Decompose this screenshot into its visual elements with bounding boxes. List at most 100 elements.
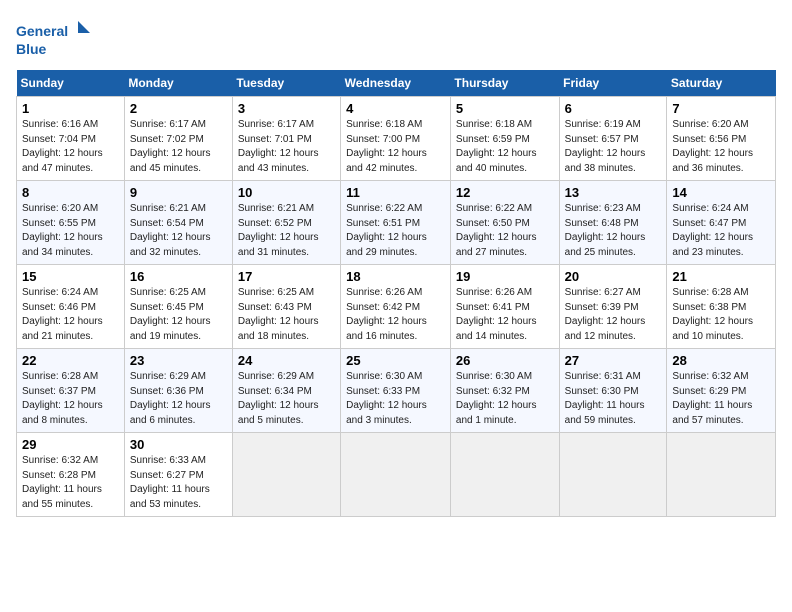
calendar-day: 21 Sunrise: 6:28 AM Sunset: 6:38 PM Dayl… xyxy=(667,265,776,349)
day-info: Sunrise: 6:28 AM Sunset: 6:38 PM Dayligh… xyxy=(672,286,770,344)
calendar-day: 24 Sunrise: 6:29 AM Sunset: 6:34 PM Dayl… xyxy=(232,349,340,433)
day-number: 18 xyxy=(346,269,445,284)
dow-saturday: Saturday xyxy=(667,70,776,97)
dow-tuesday: Tuesday xyxy=(232,70,340,97)
calendar-day: 9 Sunrise: 6:21 AM Sunset: 6:54 PM Dayli… xyxy=(124,181,232,265)
calendar-day: 4 Sunrise: 6:18 AM Sunset: 7:00 PM Dayli… xyxy=(341,97,451,181)
day-info: Sunrise: 6:30 AM Sunset: 6:33 PM Dayligh… xyxy=(346,370,445,428)
day-number: 1 xyxy=(22,101,119,116)
day-info: Sunrise: 6:17 AM Sunset: 7:02 PM Dayligh… xyxy=(130,118,227,176)
day-info: Sunrise: 6:25 AM Sunset: 6:45 PM Dayligh… xyxy=(130,286,227,344)
day-number: 3 xyxy=(238,101,335,116)
calendar-day: 17 Sunrise: 6:25 AM Sunset: 6:43 PM Dayl… xyxy=(232,265,340,349)
calendar-day: 30 Sunrise: 6:33 AM Sunset: 6:27 PM Dayl… xyxy=(124,433,232,517)
day-info: Sunrise: 6:24 AM Sunset: 6:46 PM Dayligh… xyxy=(22,286,119,344)
day-number: 16 xyxy=(130,269,227,284)
svg-text:General: General xyxy=(16,23,68,39)
day-info: Sunrise: 6:32 AM Sunset: 6:28 PM Dayligh… xyxy=(22,454,119,512)
day-info: Sunrise: 6:22 AM Sunset: 6:51 PM Dayligh… xyxy=(346,202,445,260)
day-number: 11 xyxy=(346,185,445,200)
day-number: 2 xyxy=(130,101,227,116)
day-info: Sunrise: 6:23 AM Sunset: 6:48 PM Dayligh… xyxy=(565,202,662,260)
day-number: 13 xyxy=(565,185,662,200)
calendar-day: 27 Sunrise: 6:31 AM Sunset: 6:30 PM Dayl… xyxy=(559,349,667,433)
day-info: Sunrise: 6:18 AM Sunset: 6:59 PM Dayligh… xyxy=(456,118,554,176)
day-info: Sunrise: 6:28 AM Sunset: 6:37 PM Dayligh… xyxy=(22,370,119,428)
calendar-day: 18 Sunrise: 6:26 AM Sunset: 6:42 PM Dayl… xyxy=(341,265,451,349)
calendar-day: 5 Sunrise: 6:18 AM Sunset: 6:59 PM Dayli… xyxy=(450,97,559,181)
day-number: 15 xyxy=(22,269,119,284)
calendar-day: 14 Sunrise: 6:24 AM Sunset: 6:47 PM Dayl… xyxy=(667,181,776,265)
dow-wednesday: Wednesday xyxy=(341,70,451,97)
calendar-day xyxy=(559,433,667,517)
day-info: Sunrise: 6:20 AM Sunset: 6:56 PM Dayligh… xyxy=(672,118,770,176)
logo-svg: General Blue xyxy=(16,16,96,60)
calendar-day: 15 Sunrise: 6:24 AM Sunset: 6:46 PM Dayl… xyxy=(17,265,125,349)
day-number: 5 xyxy=(456,101,554,116)
day-number: 21 xyxy=(672,269,770,284)
day-number: 12 xyxy=(456,185,554,200)
day-number: 24 xyxy=(238,353,335,368)
day-info: Sunrise: 6:27 AM Sunset: 6:39 PM Dayligh… xyxy=(565,286,662,344)
day-number: 26 xyxy=(456,353,554,368)
dow-friday: Friday xyxy=(559,70,667,97)
calendar-week-5: 29 Sunrise: 6:32 AM Sunset: 6:28 PM Dayl… xyxy=(17,433,776,517)
day-info: Sunrise: 6:32 AM Sunset: 6:29 PM Dayligh… xyxy=(672,370,770,428)
day-number: 17 xyxy=(238,269,335,284)
day-info: Sunrise: 6:18 AM Sunset: 7:00 PM Dayligh… xyxy=(346,118,445,176)
calendar-week-1: 1 Sunrise: 6:16 AM Sunset: 7:04 PM Dayli… xyxy=(17,97,776,181)
day-number: 30 xyxy=(130,437,227,452)
calendar-day: 19 Sunrise: 6:26 AM Sunset: 6:41 PM Dayl… xyxy=(450,265,559,349)
day-info: Sunrise: 6:19 AM Sunset: 6:57 PM Dayligh… xyxy=(565,118,662,176)
day-info: Sunrise: 6:20 AM Sunset: 6:55 PM Dayligh… xyxy=(22,202,119,260)
calendar-day: 29 Sunrise: 6:32 AM Sunset: 6:28 PM Dayl… xyxy=(17,433,125,517)
calendar-day xyxy=(667,433,776,517)
calendar-day: 22 Sunrise: 6:28 AM Sunset: 6:37 PM Dayl… xyxy=(17,349,125,433)
calendar-day: 10 Sunrise: 6:21 AM Sunset: 6:52 PM Dayl… xyxy=(232,181,340,265)
day-number: 28 xyxy=(672,353,770,368)
day-number: 19 xyxy=(456,269,554,284)
calendar-day: 23 Sunrise: 6:29 AM Sunset: 6:36 PM Dayl… xyxy=(124,349,232,433)
calendar-day xyxy=(450,433,559,517)
day-info: Sunrise: 6:29 AM Sunset: 6:34 PM Dayligh… xyxy=(238,370,335,428)
day-number: 8 xyxy=(22,185,119,200)
day-info: Sunrise: 6:30 AM Sunset: 6:32 PM Dayligh… xyxy=(456,370,554,428)
day-info: Sunrise: 6:25 AM Sunset: 6:43 PM Dayligh… xyxy=(238,286,335,344)
day-info: Sunrise: 6:24 AM Sunset: 6:47 PM Dayligh… xyxy=(672,202,770,260)
calendar-day: 11 Sunrise: 6:22 AM Sunset: 6:51 PM Dayl… xyxy=(341,181,451,265)
dow-monday: Monday xyxy=(124,70,232,97)
day-info: Sunrise: 6:21 AM Sunset: 6:52 PM Dayligh… xyxy=(238,202,335,260)
calendar-day: 13 Sunrise: 6:23 AM Sunset: 6:48 PM Dayl… xyxy=(559,181,667,265)
calendar-day: 28 Sunrise: 6:32 AM Sunset: 6:29 PM Dayl… xyxy=(667,349,776,433)
day-number: 14 xyxy=(672,185,770,200)
day-info: Sunrise: 6:17 AM Sunset: 7:01 PM Dayligh… xyxy=(238,118,335,176)
day-number: 27 xyxy=(565,353,662,368)
calendar-day: 26 Sunrise: 6:30 AM Sunset: 6:32 PM Dayl… xyxy=(450,349,559,433)
calendar-day: 6 Sunrise: 6:19 AM Sunset: 6:57 PM Dayli… xyxy=(559,97,667,181)
day-number: 22 xyxy=(22,353,119,368)
day-number: 6 xyxy=(565,101,662,116)
calendar-day xyxy=(341,433,451,517)
day-number: 29 xyxy=(22,437,119,452)
day-info: Sunrise: 6:26 AM Sunset: 6:42 PM Dayligh… xyxy=(346,286,445,344)
calendar-day: 3 Sunrise: 6:17 AM Sunset: 7:01 PM Dayli… xyxy=(232,97,340,181)
day-info: Sunrise: 6:16 AM Sunset: 7:04 PM Dayligh… xyxy=(22,118,119,176)
day-of-week-header: SundayMondayTuesdayWednesdayThursdayFrid… xyxy=(17,70,776,97)
calendar-day: 12 Sunrise: 6:22 AM Sunset: 6:50 PM Dayl… xyxy=(450,181,559,265)
calendar-day: 7 Sunrise: 6:20 AM Sunset: 6:56 PM Dayli… xyxy=(667,97,776,181)
calendar-day: 2 Sunrise: 6:17 AM Sunset: 7:02 PM Dayli… xyxy=(124,97,232,181)
dow-thursday: Thursday xyxy=(450,70,559,97)
calendar-day xyxy=(232,433,340,517)
day-info: Sunrise: 6:29 AM Sunset: 6:36 PM Dayligh… xyxy=(130,370,227,428)
calendar-week-3: 15 Sunrise: 6:24 AM Sunset: 6:46 PM Dayl… xyxy=(17,265,776,349)
calendar-week-4: 22 Sunrise: 6:28 AM Sunset: 6:37 PM Dayl… xyxy=(17,349,776,433)
calendar-day: 20 Sunrise: 6:27 AM Sunset: 6:39 PM Dayl… xyxy=(559,265,667,349)
day-info: Sunrise: 6:33 AM Sunset: 6:27 PM Dayligh… xyxy=(130,454,227,512)
calendar-table: SundayMondayTuesdayWednesdayThursdayFrid… xyxy=(16,70,776,517)
day-info: Sunrise: 6:31 AM Sunset: 6:30 PM Dayligh… xyxy=(565,370,662,428)
calendar-day: 25 Sunrise: 6:30 AM Sunset: 6:33 PM Dayl… xyxy=(341,349,451,433)
logo: General Blue xyxy=(16,16,96,60)
day-info: Sunrise: 6:21 AM Sunset: 6:54 PM Dayligh… xyxy=(130,202,227,260)
day-number: 23 xyxy=(130,353,227,368)
day-number: 9 xyxy=(130,185,227,200)
